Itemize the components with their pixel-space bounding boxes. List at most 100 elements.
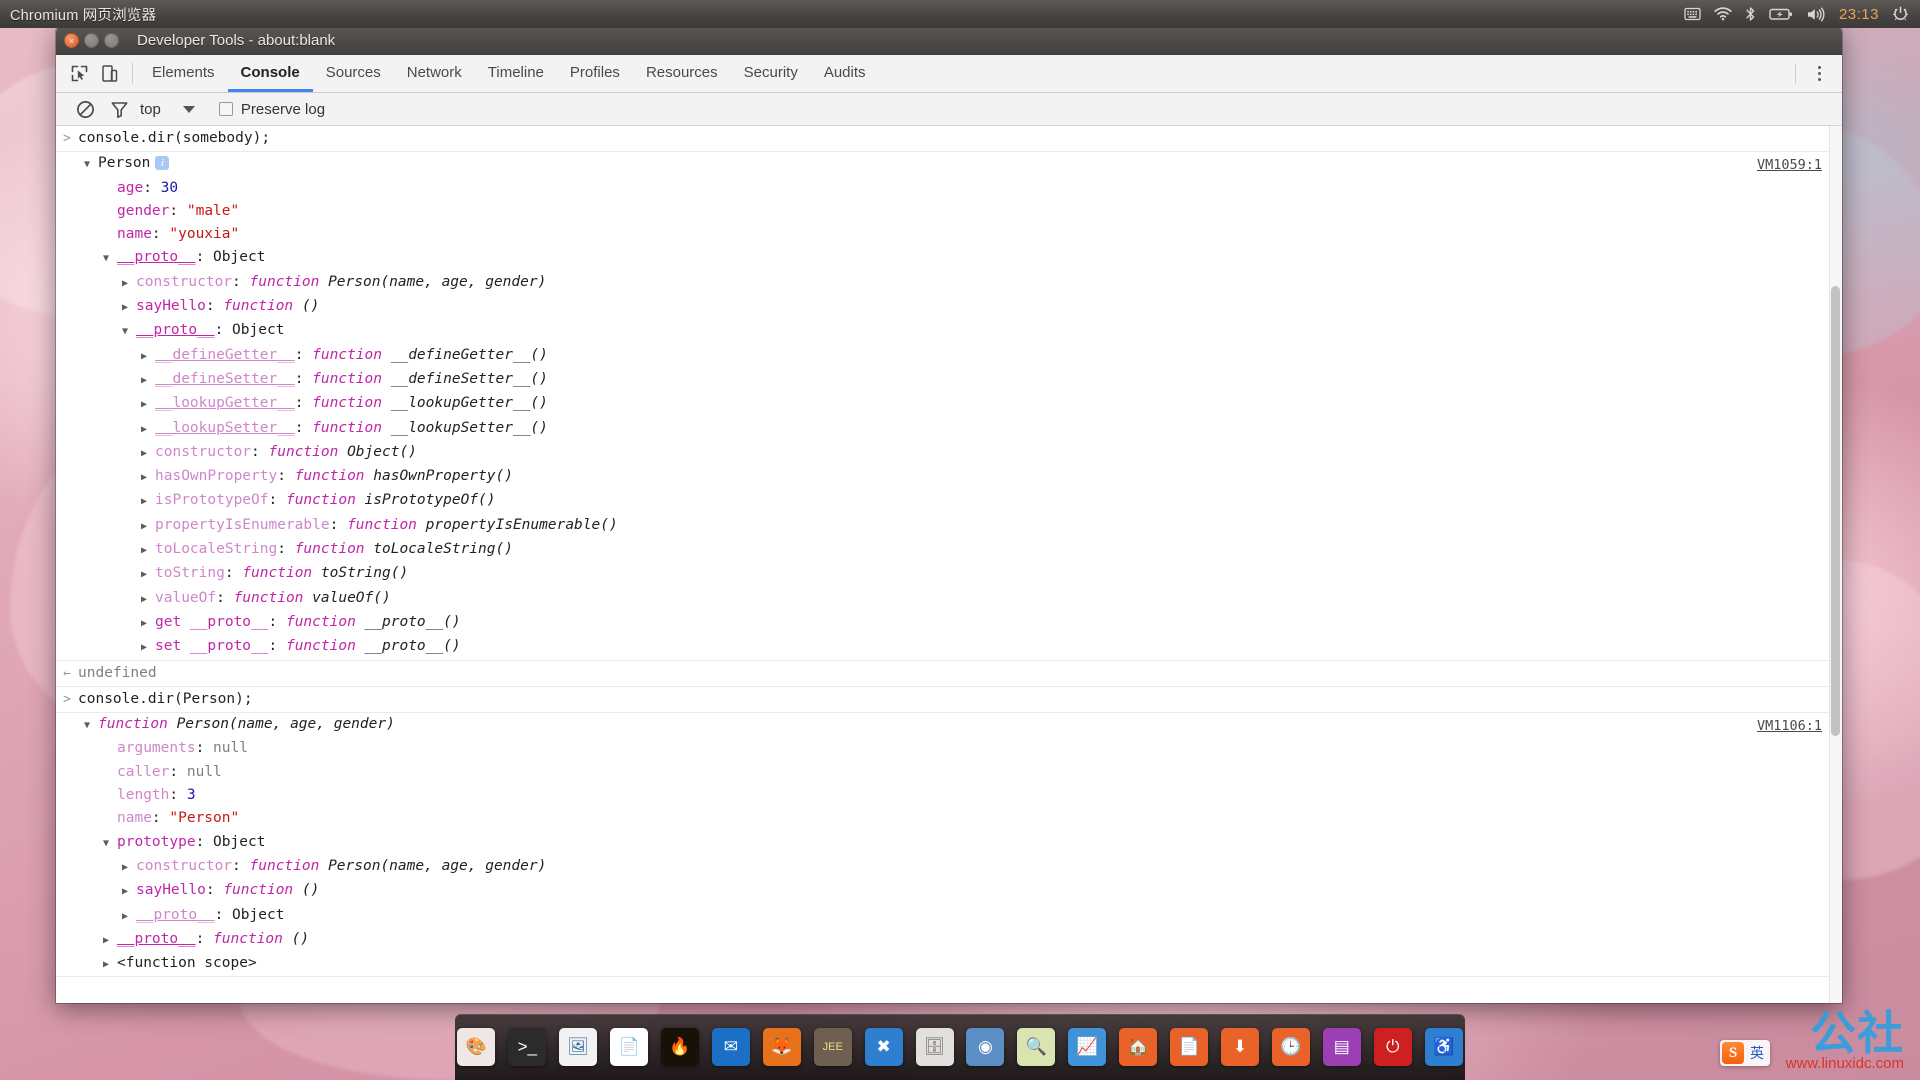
dock-item-power[interactable]: ⏻ (1371, 1025, 1414, 1069)
object-property-row[interactable]: age: 30 (56, 177, 1842, 200)
dock-item-image-viewer[interactable]: 🖼 (557, 1025, 600, 1069)
disclosure-triangle-closed-icon[interactable] (141, 368, 155, 392)
object-property-row[interactable]: __proto__: Object (56, 246, 1842, 270)
disclosure-triangle-closed-icon[interactable] (122, 855, 136, 879)
object-property-row[interactable]: toLocaleString: function toLocaleString(… (56, 538, 1842, 562)
tab-security[interactable]: Security (731, 55, 811, 92)
object-property-row[interactable]: __lookupSetter__: function __lookupSette… (56, 417, 1842, 441)
dock-item-accessibility[interactable]: ♿ (1422, 1025, 1465, 1069)
tab-sources[interactable]: Sources (313, 55, 394, 92)
object-property-row[interactable]: hasOwnProperty: function hasOwnProperty(… (56, 465, 1842, 489)
disclosure-triangle-closed-icon[interactable] (141, 344, 155, 368)
object-property-row[interactable]: prototype: Object (56, 831, 1842, 855)
window-titlebar[interactable]: × Developer Tools - about:blank (56, 26, 1842, 55)
disclosure-triangle-closed-icon[interactable] (122, 879, 136, 903)
dock-item-home-folder[interactable]: 🏠 (1117, 1025, 1160, 1069)
dock-item-downloads-folder[interactable]: ⬇ (1219, 1025, 1262, 1069)
disclosure-triangle-open-icon[interactable] (103, 246, 117, 270)
window-minimize-button[interactable] (84, 33, 99, 48)
more-options-kebab-icon[interactable] (1804, 66, 1834, 81)
object-property-row[interactable]: sayHello: function () (56, 879, 1842, 903)
disclosure-triangle-closed-icon[interactable] (103, 928, 117, 952)
source-location-link[interactable]: VM1106:1 (1757, 715, 1822, 738)
volume-icon[interactable] (1806, 7, 1826, 22)
disclosure-triangle-closed-icon[interactable] (141, 611, 155, 635)
disclosure-triangle-closed-icon[interactable] (141, 392, 155, 416)
clear-console-icon[interactable] (68, 100, 102, 119)
console-scrollbar[interactable] (1829, 126, 1842, 1003)
filter-funnel-icon[interactable] (102, 100, 136, 119)
preserve-log-checkbox[interactable]: Preserve log (218, 101, 325, 118)
tab-profiles[interactable]: Profiles (557, 55, 633, 92)
disclosure-triangle-open-icon[interactable] (103, 831, 117, 855)
disclosure-triangle-closed-icon[interactable] (141, 562, 155, 586)
inspect-element-icon[interactable] (64, 55, 94, 92)
power-gear-icon[interactable] (1892, 5, 1909, 23)
tab-audits[interactable]: Audits (811, 55, 879, 92)
dock-item-media-app[interactable]: 🔥 (659, 1025, 702, 1069)
info-badge-icon[interactable]: i (155, 156, 170, 171)
object-property-row[interactable]: get __proto__: function __proto__() (56, 611, 1842, 635)
disclosure-triangle-closed-icon[interactable] (141, 538, 155, 562)
dock-item-eclipse-javaee[interactable]: JEE (811, 1025, 854, 1069)
tab-elements[interactable]: Elements (139, 55, 228, 92)
object-property-row[interactable]: __proto__: Object (56, 319, 1842, 343)
object-property-row[interactable]: __defineSetter__: function __defineSette… (56, 368, 1842, 392)
disclosure-triangle-closed-icon[interactable] (141, 514, 155, 538)
dock-item-file-cabinet[interactable]: 🗄 (913, 1025, 956, 1069)
disclosure-triangle-open-icon[interactable] (84, 152, 98, 176)
console-scrollbar-thumb[interactable] (1831, 286, 1840, 736)
tab-network[interactable]: Network (394, 55, 475, 92)
window-maximize-button[interactable] (104, 33, 119, 48)
battery-icon[interactable] (1769, 7, 1793, 21)
object-property-row[interactable]: valueOf: function valueOf() (56, 587, 1842, 611)
object-property-row[interactable]: name: "Person" (56, 807, 1842, 830)
object-property-row[interactable]: length: 3 (56, 784, 1842, 807)
object-property-row[interactable]: constructor: function Person(name, age, … (56, 271, 1842, 295)
toggle-device-toolbar-icon[interactable] (94, 55, 124, 92)
dock-item-gimp[interactable]: 🎨 (455, 1025, 498, 1069)
object-property-row[interactable]: constructor: function Object() (56, 441, 1842, 465)
object-property-row[interactable]: arguments: null (56, 737, 1842, 760)
disclosure-triangle-closed-icon[interactable] (103, 952, 117, 976)
dock-item-documents-folder[interactable]: 📄 (1168, 1025, 1211, 1069)
disclosure-triangle-closed-icon[interactable] (122, 904, 136, 928)
disclosure-triangle-closed-icon[interactable] (122, 271, 136, 295)
object-property-row[interactable]: sayHello: function () (56, 295, 1842, 319)
tab-resources[interactable]: Resources (633, 55, 731, 92)
dock-item-file-search[interactable]: 🔍 (1015, 1025, 1058, 1069)
bluetooth-icon[interactable] (1745, 6, 1756, 22)
object-property-row[interactable]: Personi (56, 152, 1842, 176)
disclosure-triangle-closed-icon[interactable] (141, 587, 155, 611)
console-message-list[interactable]: > console.dir(somebody); VM1059:1 Personi ag… (56, 126, 1842, 1003)
source-location-link[interactable]: VM1059:1 (1757, 154, 1822, 177)
object-property-row[interactable]: isPrototypeOf: function isPrototypeOf() (56, 489, 1842, 513)
object-property-row[interactable]: constructor: function Person(name, age, … (56, 855, 1842, 879)
object-property-row[interactable]: gender: "male" (56, 200, 1842, 223)
dock-item-firefox[interactable]: 🦊 (760, 1025, 803, 1069)
disclosure-triangle-closed-icon[interactable] (122, 295, 136, 319)
dock-item-workspace-switcher[interactable]: ▤ (1320, 1025, 1363, 1069)
dock-item-chromium[interactable]: ◉ (964, 1025, 1007, 1069)
object-property-row[interactable]: <function scope> (56, 952, 1842, 976)
dock-item-system-monitor[interactable]: 📈 (1066, 1025, 1109, 1069)
dock-item-recent-folder[interactable]: 🕒 (1269, 1025, 1312, 1069)
system-clock[interactable]: 23:13 (1839, 6, 1879, 23)
dock-item-terminal[interactable]: >_ (506, 1025, 549, 1069)
object-property-row[interactable]: set __proto__: function __proto__() (56, 635, 1842, 659)
disclosure-triangle-open-icon[interactable] (122, 319, 136, 343)
dock-item-visual-studio[interactable]: ✖ (862, 1025, 905, 1069)
disclosure-triangle-closed-icon[interactable] (141, 417, 155, 441)
object-property-row[interactable]: caller: null (56, 761, 1842, 784)
disclosure-triangle-closed-icon[interactable] (141, 635, 155, 659)
disclosure-triangle-closed-icon[interactable] (141, 489, 155, 513)
tab-timeline[interactable]: Timeline (475, 55, 557, 92)
disclosure-triangle-open-icon[interactable] (84, 713, 98, 737)
dock-item-libreoffice-writer[interactable]: 📄 (608, 1025, 651, 1069)
disclosure-triangle-closed-icon[interactable] (141, 441, 155, 465)
object-property-row[interactable]: toString: function toString() (56, 562, 1842, 586)
object-property-row[interactable]: __lookupGetter__: function __lookupGette… (56, 392, 1842, 416)
keyboard-indicator-icon[interactable] (1684, 7, 1701, 21)
disclosure-triangle-closed-icon[interactable] (141, 465, 155, 489)
wifi-icon[interactable] (1714, 7, 1732, 21)
